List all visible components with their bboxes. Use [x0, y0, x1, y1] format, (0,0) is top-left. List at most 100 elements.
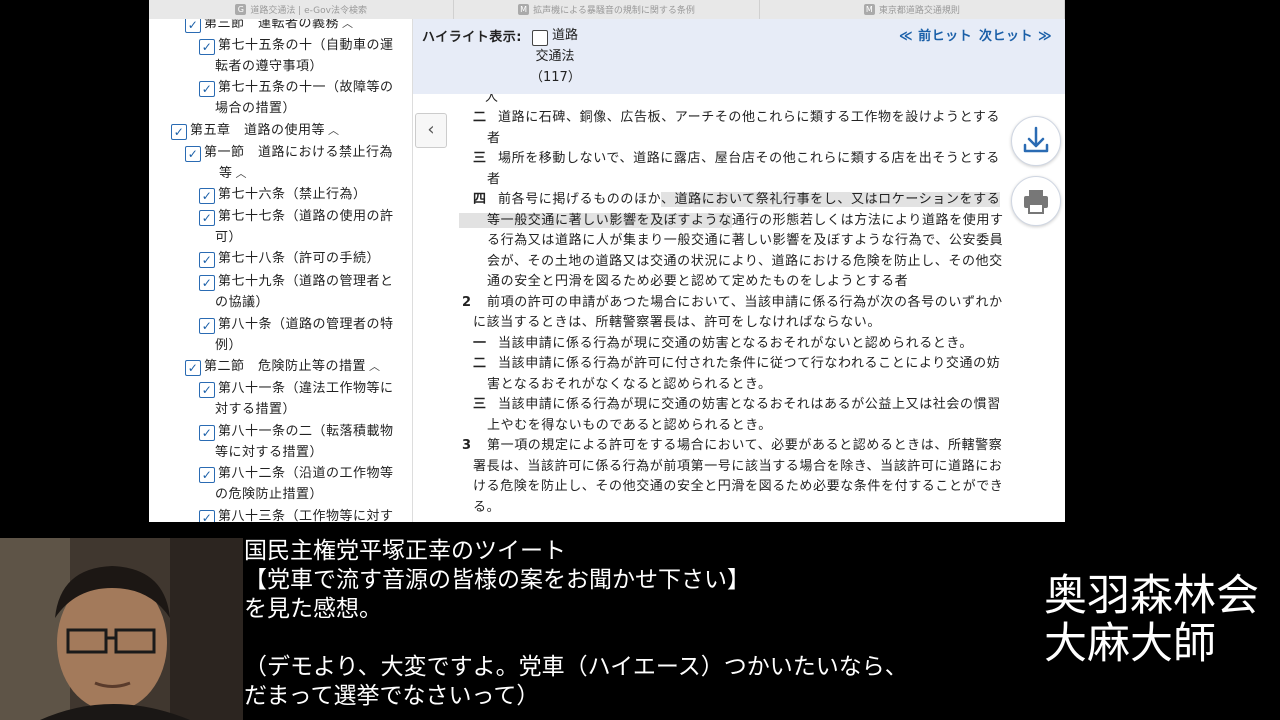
- toc-item[interactable]: ✓ 第七十五条の十一（故障等の 場合の措置）: [199, 77, 394, 119]
- toc-item-label: 第八十二条（沿道の工作物等: [218, 466, 394, 481]
- next-hit-link[interactable]: 次ヒット ≫: [979, 25, 1052, 44]
- checkbox-checked-icon[interactable]: ✓: [199, 188, 215, 204]
- checkbox-checked-icon[interactable]: ✓: [199, 318, 215, 334]
- law-line: 一当該申請に係る行為が現に交通の妨害となるおそれがないと認められるとき。: [473, 334, 973, 355]
- channel-brand: 奥羽森林会 大麻大師: [1044, 572, 1259, 668]
- toc-item-label: 第三節 運転者の義務: [204, 19, 340, 31]
- law-line-text: 通行の形態若しくは方法により道路を使用す: [731, 213, 1004, 228]
- chevron-up-icon[interactable]: ︿: [328, 124, 340, 137]
- law-line: る行為又は道路に人が集まり一般交通に著しい影響を及ぼすような行為で、公安委員: [487, 231, 1003, 252]
- chevron-up-icon[interactable]: ︿: [342, 19, 354, 30]
- tab-loudspeaker-ordinance[interactable]: M 拡声機による暴騒音の規制に関する条例: [454, 0, 760, 19]
- caption-line: （デモより、大変ですよ。党車（ハイエース）つかいたいなら、: [244, 654, 908, 680]
- checkbox-checked-icon[interactable]: ✓: [199, 210, 215, 226]
- tab-tokyo-traffic-rules[interactable]: M 東京都道路交通規則: [760, 0, 1065, 19]
- toc-item[interactable]: ✓ 第七十八条（許可の手続）: [199, 248, 380, 269]
- toc-item[interactable]: ✓ 第八十一条（違法工作物等に 対する措置）: [199, 378, 394, 420]
- toc-item-label-cont: 等: [219, 166, 233, 181]
- law-line-text: 当該申請に係る行為が現に交通の妨害となるおそれがないと認められるとき。: [498, 336, 973, 351]
- toc-item-label: 第二節 危険防止等の措置: [204, 359, 367, 374]
- chevron-up-icon[interactable]: ︿: [369, 360, 381, 373]
- toc-item[interactable]: ✓ 第一節 道路における禁止行為 等 ︿: [185, 142, 393, 184]
- toc-item-label: 第七十九条（道路の管理者と: [218, 274, 394, 289]
- law-line-text: る行為又は道路に人が集まり一般交通に著しい影響を及ぼすような行為で、公安委員: [487, 233, 1004, 248]
- caption-line: を見た感想。: [244, 596, 382, 622]
- tab-bar: G 道路交通法 | e-Gov法令検索 M 拡声機による暴騒音の規制に関する条例…: [149, 0, 1065, 19]
- caption-line: だまって選挙でなさいって）: [244, 683, 540, 709]
- toc-item-label-cont: 等に対する措置）: [215, 445, 324, 460]
- checkbox-checked-icon[interactable]: ✓: [199, 81, 215, 97]
- tab-label: 拡声機による暴騒音の規制に関する条例: [533, 6, 695, 16]
- stream-caption: 国民主権党平塚正幸のツイート 【党車で流す音源の皆様の案をお聞かせ下さい】 を見…: [244, 537, 1044, 711]
- checkbox-checked-icon[interactable]: ✓: [171, 124, 187, 140]
- law-line: 3 第一項の規定による許可をする場合において、必要があると認めるときは、所轄警察: [462, 436, 1002, 457]
- toc-item-label: 第八十三条（工作物等に対す: [218, 509, 394, 522]
- item-marker: 一: [473, 336, 487, 351]
- highlight-toolbar: ハイライト表示: 道路 交通法 （117） ≪ 前ヒット 次ヒット ≫: [413, 19, 1065, 94]
- toc-item[interactable]: ✓ 第七十七条（道路の使用の許 可）: [199, 206, 394, 248]
- checkbox-checked-icon[interactable]: ✓: [199, 425, 215, 441]
- toc-item[interactable]: ✓ 第七十九条（道路の管理者と の協議）: [199, 271, 394, 313]
- toc-item[interactable]: ✓ 第七十五条の十（自動車の運 転者の遵守事項）: [199, 35, 394, 77]
- law-line: 署長は、当該許可に係る行為が前項第一号に該当する場合を除き、当該許可に道路にお: [473, 457, 1003, 478]
- law-line: 四前各号に掲げるもののほか、道路において祭礼行事をし、又はロケーションをする: [473, 190, 1001, 211]
- prev-hit-link[interactable]: ≪ 前ヒット: [899, 25, 972, 44]
- checkbox-checked-icon[interactable]: ✓: [199, 467, 215, 483]
- law-line-text: 道路に石碑、銅像、広告板、アーチその他これらに類する工作物を設けようとする: [498, 110, 1001, 125]
- law-line: 害となるおそれがなくなると認められるとき。: [487, 375, 772, 396]
- toc-item[interactable]: ✓ 第八十一条の二（転落積載物 等に対する措置）: [199, 421, 394, 463]
- paragraph-number: 2: [462, 295, 472, 310]
- toc-item[interactable]: ✓ 第七十六条（禁止行為）: [199, 184, 367, 205]
- law-line-text: 害となるおそれがなくなると認められるとき。: [487, 377, 772, 392]
- caption-line: 国民主権党平塚正幸のツイート: [244, 538, 566, 564]
- toc-item-label-cont: の危険防止措置）: [215, 487, 324, 502]
- law-line-text: に該当するときは、所轄警察署長は、許可をしなければならない。: [473, 315, 882, 330]
- webcam-feed: [0, 538, 243, 720]
- law-line-text: 署長は、当該許可に係る行為が前項第一号に該当する場合を除き、当該許可に道路にお: [473, 459, 1003, 474]
- law-line-text: 会が、その土地の道路又は交通の状況により、道路における危険を防止し、その他交: [487, 254, 1003, 269]
- law-line-text: 前項の許可の申請があつた場合において、当該申請に係る行為が次の各号のいずれか: [487, 295, 1003, 310]
- law-line-text: る。: [473, 500, 501, 515]
- law-line: 通の安全と円滑を図るため必要と認めて定めたものをしようとする者: [487, 272, 908, 293]
- printer-icon: [1024, 190, 1048, 214]
- law-text: 人 二道路に石碑、銅像、広告板、アーチその他これらに類する工作物を設けようとする…: [413, 94, 1065, 522]
- checkbox-checked-icon[interactable]: ✓: [185, 360, 201, 376]
- brand-line: 奥羽森林会: [1044, 571, 1259, 621]
- checkbox-checked-icon[interactable]: ✓: [185, 146, 201, 162]
- law-line: 者: [487, 129, 501, 150]
- highlight-term[interactable]: 道路 交通法 （117）: [530, 25, 581, 88]
- checkbox-checked-icon[interactable]: ✓: [185, 19, 201, 33]
- toc-item[interactable]: ✓ 第五章 道路の使用等 ︿: [171, 120, 340, 141]
- toc-item[interactable]: ✓ 第八十二条（沿道の工作物等 の危険防止措置）: [199, 463, 394, 505]
- law-line-text: 上やむを得ないものであると認められるとき。: [487, 418, 772, 433]
- print-button[interactable]: [1011, 176, 1061, 226]
- toc-item[interactable]: ✓ 第八十三条（工作物等に対す: [199, 506, 394, 522]
- egov-favicon-icon: G: [235, 4, 247, 15]
- law-line: 2 前項の許可の申請があつた場合において、当該申請に係る行為が次の各号のいずれか: [462, 293, 1003, 314]
- toc-item[interactable]: ✓ 第八十条（道路の管理者の特 例）: [199, 314, 394, 356]
- download-button[interactable]: [1011, 116, 1061, 166]
- toc-item-label-cont: 場合の措置）: [215, 101, 297, 116]
- chevron-up-icon[interactable]: ︿: [236, 167, 248, 180]
- checkbox-checked-icon[interactable]: ✓: [199, 252, 215, 268]
- toc-item-label: 第八十一条の二（転落積載物: [218, 424, 394, 439]
- checkbox-checked-icon[interactable]: ✓: [199, 275, 215, 291]
- highlight-term-count: （117）: [530, 70, 581, 85]
- toc-item-label-cont: の協議）: [215, 295, 270, 310]
- law-line: 二当該申請に係る行為が許可に付された条件に従つて行なわれることにより交通の妨: [473, 354, 1000, 375]
- checkbox-checked-icon[interactable]: ✓: [199, 510, 215, 522]
- toc-item-label-cont: 例）: [215, 338, 243, 353]
- highlight-term-line: 交通法: [535, 49, 575, 64]
- law-line: ける危険を防止し、その他交通の安全と円滑を図るため必要な条件を付することができ: [473, 477, 1003, 498]
- brand-line: 大麻大師: [1044, 619, 1216, 669]
- browser-window: G 道路交通法 | e-Gov法令検索 M 拡声機による暴騒音の規制に関する条例…: [149, 0, 1065, 522]
- tab-egov[interactable]: G 道路交通法 | e-Gov法令検索: [149, 0, 455, 19]
- caption-line: 【党車で流す音源の皆様の案をお聞かせ下さい】: [244, 567, 750, 593]
- checkbox-checked-icon[interactable]: ✓: [199, 382, 215, 398]
- checkbox-checked-icon[interactable]: ✓: [199, 39, 215, 55]
- toc-item[interactable]: ✓ 第三節 運転者の義務 ︿: [185, 19, 354, 34]
- law-line-text: 者: [487, 131, 501, 146]
- law-line: 上やむを得ないものであると認められるとき。: [487, 416, 772, 437]
- page-favicon-icon: M: [863, 4, 875, 15]
- toc-item[interactable]: ✓ 第二節 危険防止等の措置 ︿: [185, 356, 381, 377]
